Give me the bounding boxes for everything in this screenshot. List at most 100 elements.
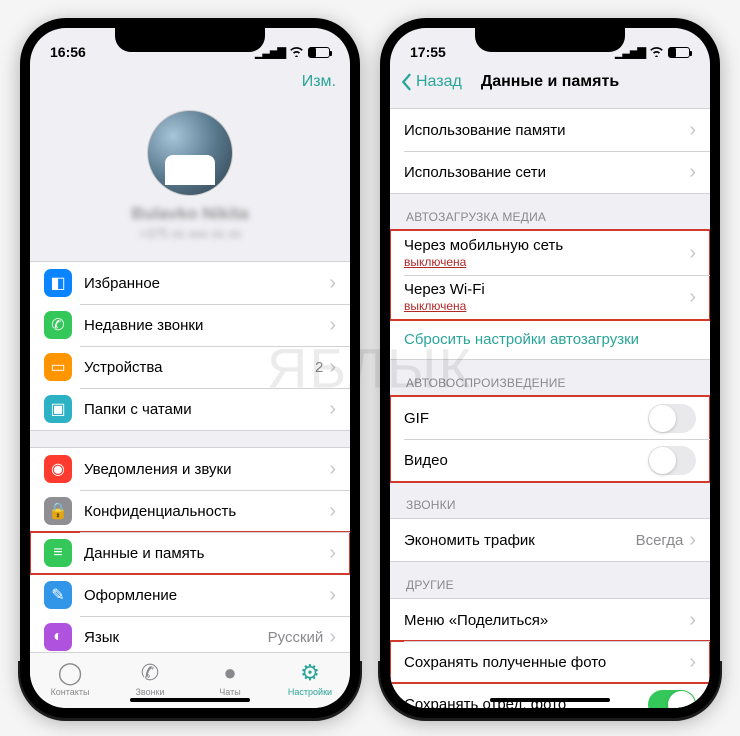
wifi-icon (649, 44, 664, 60)
chevron-icon: › (689, 161, 696, 184)
chevron-icon: › (329, 314, 336, 337)
chevron-icon: › (329, 398, 336, 421)
tab-label: Настройки (288, 687, 332, 697)
row-label: Конфиденциальность (84, 503, 329, 520)
profile-name: Bulavko Nikita (30, 204, 350, 224)
tab-settings[interactable]: ⚙ Настройки (270, 661, 350, 697)
navbar: Назад Данные и память (390, 62, 710, 102)
avatar[interactable] (147, 110, 233, 196)
row-label: Через мобильную сеть (404, 237, 689, 254)
chevron-icon: › (329, 542, 336, 565)
reset-autoload-button[interactable]: Сбросить настройки автозагрузки (390, 320, 710, 360)
row-data-storage[interactable]: ≡ Данные и память › (30, 532, 350, 574)
row-label: Папки с чатами (84, 401, 329, 418)
chat-icon: ● (223, 661, 236, 685)
chevron-icon: › (329, 272, 336, 295)
chevron-icon: › (329, 458, 336, 481)
row-label: Язык (84, 629, 268, 646)
bookmark-icon: ◧ (44, 269, 72, 297)
gear-icon: ⚙ (300, 661, 320, 685)
brush-icon: ✎ (44, 581, 72, 609)
row-label: Избранное (84, 275, 329, 292)
row-save-photos[interactable]: Сохранять полученные фото › (390, 641, 710, 683)
tab-label: Контакты (51, 687, 90, 697)
row-label: Данные и память (84, 545, 329, 562)
notch (475, 26, 625, 52)
row-label: GIF (404, 410, 648, 427)
row-save-traffic[interactable]: Экономить трафик Всегда › (390, 519, 710, 561)
page-title: Данные и память (481, 73, 619, 91)
chevron-icon: › (689, 609, 696, 632)
row-label: Оформление (84, 587, 329, 604)
profile-header[interactable]: Bulavko Nikita +375 xx xxx xx xx (30, 102, 350, 255)
phone-right: 17:55 ▁▃▅▇ Назад Данные и память Использ… (380, 18, 720, 718)
edit-button[interactable]: Изм. (302, 73, 336, 91)
row-language[interactable]: ◐ Язык Русский › (30, 616, 350, 652)
row-label: Использование сети (404, 164, 689, 181)
row-memory-usage[interactable]: Использование памяти › (390, 109, 710, 151)
chevron-icon: › (329, 356, 336, 379)
status-time: 16:56 (50, 44, 86, 60)
toggle-save-edited[interactable] (648, 690, 696, 709)
status-time: 17:55 (410, 44, 446, 60)
chevron-left-icon (400, 73, 412, 91)
chevron-icon: › (689, 529, 696, 552)
row-folders[interactable]: ▣ Папки с чатами › (30, 388, 350, 430)
notch (115, 26, 265, 52)
folder-icon: ▣ (44, 395, 72, 423)
row-devices[interactable]: ▭ Устройства 2 › (30, 346, 350, 388)
home-indicator[interactable] (490, 698, 610, 702)
tab-contacts[interactable]: ◯ Контакты (30, 661, 110, 697)
phone-icon: ✆ (141, 661, 159, 685)
phone-icon: ✆ (44, 311, 72, 339)
chevron-icon: › (689, 286, 696, 309)
toggle-video[interactable] (648, 446, 696, 475)
navbar: Изм. (30, 62, 350, 102)
row-privacy[interactable]: 🔒 Конфиденциальность › (30, 490, 350, 532)
globe-icon: ◐ (44, 623, 72, 651)
row-favorites[interactable]: ◧ Избранное › (30, 262, 350, 304)
profile-phone: +375 xx xxx xx xx (30, 226, 350, 241)
row-video[interactable]: Видео (390, 439, 710, 481)
row-notifications[interactable]: ◉ Уведомления и звуки › (30, 448, 350, 490)
row-gif[interactable]: GIF (390, 397, 710, 439)
row-value: 2 (315, 359, 323, 376)
section-calls: ЗВОНКИ (390, 482, 710, 518)
chevron-icon: › (689, 242, 696, 265)
tab-label: Звонки (135, 687, 164, 697)
tab-chats[interactable]: ● Чаты (190, 661, 270, 697)
database-icon: ≡ (44, 539, 72, 567)
row-save-edited[interactable]: Сохранять отред. фото (390, 683, 710, 708)
chevron-icon: › (329, 500, 336, 523)
row-sublabel: выключена (404, 299, 689, 313)
chevron-icon: › (689, 651, 696, 674)
chevron-icon: › (329, 626, 336, 649)
row-value: Всегда (636, 532, 684, 549)
back-button[interactable]: Назад (400, 73, 462, 91)
battery-icon (668, 47, 690, 58)
row-label: Недавние звонки (84, 317, 329, 334)
row-wifi[interactable]: Через Wi-Fi выключена › (390, 275, 710, 319)
tab-calls[interactable]: ✆ Звонки (110, 661, 190, 697)
row-label: Экономить трафик (404, 532, 636, 549)
home-indicator[interactable] (130, 698, 250, 702)
row-label: Использование памяти (404, 122, 689, 139)
row-recent-calls[interactable]: ✆ Недавние звонки › (30, 304, 350, 346)
back-label: Назад (416, 73, 462, 91)
row-label: Через Wi-Fi (404, 281, 689, 298)
row-appearance[interactable]: ✎ Оформление › (30, 574, 350, 616)
bell-icon: ◉ (44, 455, 72, 483)
contact-icon: ◯ (58, 661, 83, 685)
tab-label: Чаты (219, 687, 240, 697)
row-label: Меню «Поделиться» (404, 612, 689, 629)
chevron-icon: › (329, 584, 336, 607)
row-mobile-data[interactable]: Через мобильную сеть выключена › (390, 231, 710, 275)
row-share-menu[interactable]: Меню «Поделиться» › (390, 599, 710, 641)
row-network-usage[interactable]: Использование сети › (390, 151, 710, 193)
devices-icon: ▭ (44, 353, 72, 381)
chevron-icon: › (689, 119, 696, 142)
toggle-gif[interactable] (648, 404, 696, 433)
row-label: Сохранять полученные фото (404, 654, 689, 671)
section-autoload: АВТОЗАГРУЗКА МЕДИА (390, 194, 710, 230)
section-other: ДРУГИЕ (390, 562, 710, 598)
